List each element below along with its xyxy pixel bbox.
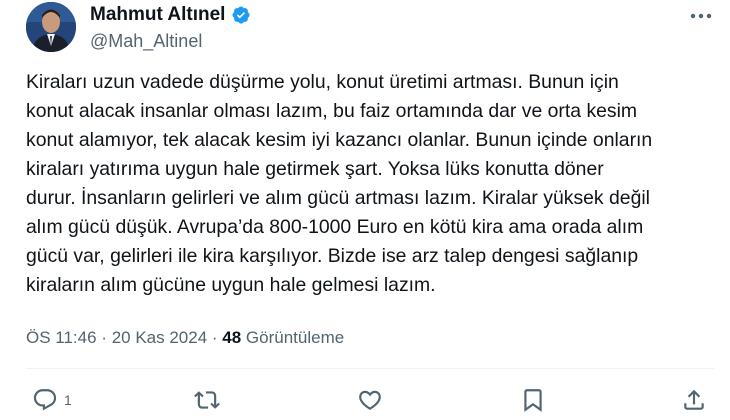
tweet-text-line: gücü var, gelirleri ile kira karşılıyor.… xyxy=(26,245,639,267)
repost-button[interactable] xyxy=(194,385,220,415)
views-count: 48 xyxy=(222,328,242,347)
author-name[interactable]: Mahmut Altınel xyxy=(90,4,251,26)
tweet-text-line: alım gücü düşük. Avrupa’da 800-1000 Euro… xyxy=(26,216,644,238)
repost-icon xyxy=(194,391,220,409)
heart-icon xyxy=(359,390,381,410)
verified-badge-icon xyxy=(232,6,251,24)
tweet-text-line: kiraları yatırıma uygun hale getirmek şa… xyxy=(26,158,604,180)
reply-count: 1 xyxy=(64,392,72,408)
meta-separator: · xyxy=(207,328,223,347)
share-icon xyxy=(684,389,704,410)
tweet-text-line: Kiraları uzun vadede düşürme yolu, konut… xyxy=(26,71,619,93)
tweet-text-line: konut alamıyor, tek alacak kesim iyi kaz… xyxy=(26,129,653,151)
tweet-actions: 1 xyxy=(26,385,714,415)
author-handle[interactable]: @Mah_Altinel xyxy=(90,30,202,52)
share-button[interactable] xyxy=(681,385,707,415)
reply-icon xyxy=(33,389,57,411)
tweet-meta: ÖS 11:46 · 20 Kas 2024 · 48 Görüntüleme xyxy=(26,327,344,349)
tweet-text-line: konut alacak insanlar olması lazım, bu f… xyxy=(26,100,638,122)
tweet-text: Kiraları uzun vadede düşürme yolu, konut… xyxy=(26,68,716,300)
meta-separator: · xyxy=(96,328,112,347)
tweet-date[interactable]: 20 Kas 2024 xyxy=(112,328,207,347)
tweet-time[interactable]: ÖS 11:46 xyxy=(26,328,97,347)
views-label: Görüntüleme xyxy=(245,328,345,347)
avatar-photo xyxy=(26,2,76,52)
views-button[interactable] xyxy=(520,385,546,415)
bookmark-icon xyxy=(524,389,542,412)
more-dots-icon xyxy=(690,13,712,19)
avatar[interactable] xyxy=(26,2,76,52)
author-name-text[interactable]: Mahmut Altınel xyxy=(90,4,225,26)
like-button[interactable] xyxy=(357,385,383,415)
more-options-button[interactable] xyxy=(684,6,718,26)
reply-button[interactable]: 1 xyxy=(32,385,72,415)
tweet-text-line: kiraların alım gücüne uygun hale gelmesi… xyxy=(26,274,436,296)
divider xyxy=(26,368,714,369)
tweet-text-line: durur. İnsanların gelirleri ve alım gücü… xyxy=(26,187,650,209)
